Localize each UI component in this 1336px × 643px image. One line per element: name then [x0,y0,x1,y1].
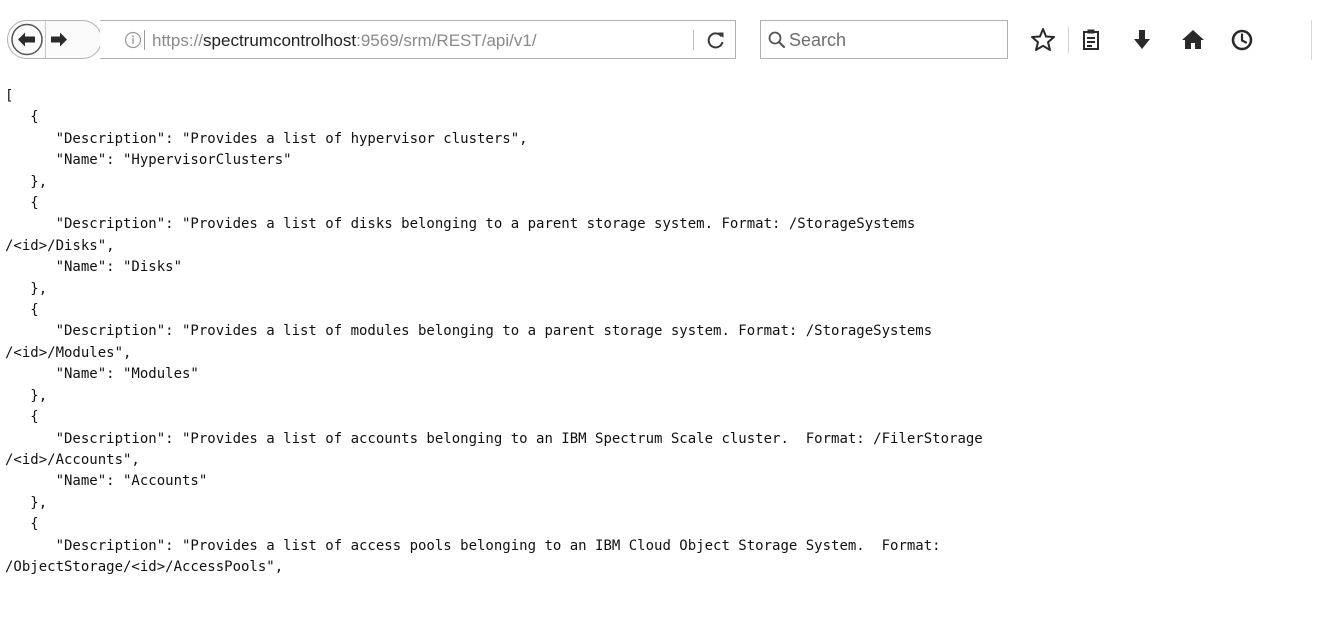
navigation-buttons [7,20,102,59]
json-line: { [5,409,39,426]
json-line: "Name": "Modules" [5,366,199,383]
home-icon [1182,30,1204,49]
toolbar-edge [1311,20,1312,60]
json-line: { [5,109,39,126]
search-icon [767,30,787,55]
json-line: { [5,302,39,319]
json-line: }, [5,280,48,297]
url-host: spectrumcontrolhost [203,31,357,50]
back-arrow-icon [11,23,43,56]
json-line: /ObjectStorage/<id>/AccessPools", [5,558,284,575]
url-separator [144,30,145,50]
clipboard-icon [1083,29,1099,50]
url-scheme: https:// [152,31,204,50]
json-line: "Description": "Provides a list of disks… [5,216,916,233]
url-text[interactable]: https://spectrumcontrolhost:9569/srm/RES… [152,31,537,51]
home-button[interactable] [1179,26,1207,54]
json-line: }, [5,387,48,404]
bookmark-button[interactable] [1029,26,1057,54]
reload-separator [693,30,694,50]
info-icon[interactable] [124,31,142,54]
forward-button[interactable] [46,21,72,58]
json-line: { [5,195,39,212]
star-icon [1031,28,1055,51]
json-line: /<id>/Disks", [5,237,115,254]
url-path: :9569/srm/REST/api/v1/ [356,31,537,50]
json-line: "Description": "Provides a list of accou… [5,430,983,447]
json-response-view: [ { "Description": "Provides a list of h… [0,80,1336,578]
json-line: "Description": "Provides a list of modul… [5,323,933,340]
downloads-button[interactable] [1128,26,1156,54]
json-line: }, [5,173,48,190]
json-line: "Name": "Disks" [5,259,183,276]
json-line: "Name": "Accounts" [5,473,208,490]
json-line: "Name": "HypervisorClusters" [5,152,292,169]
json-line: /<id>/Accounts", [5,451,140,468]
toolbar-separator [1068,27,1069,53]
address-bar[interactable]: https://spectrumcontrolhost:9569/srm/RES… [100,20,736,59]
json-line: "Description": "Provides a list of hyper… [5,130,528,147]
search-bar[interactable] [760,20,1008,59]
browser-toolbar: https://spectrumcontrolhost:9569/srm/RES… [0,0,1336,80]
clock-icon [1231,29,1253,51]
back-button[interactable] [8,21,46,58]
search-input[interactable] [789,27,999,53]
reload-button[interactable] [705,29,727,51]
forward-arrow-icon [51,32,67,47]
page-content: [ { "Description": "Provides a list of h… [0,80,1336,643]
json-line: "Description": "Provides a list of acces… [5,537,941,554]
download-icon [1134,30,1150,49]
reading-list-button[interactable] [1077,26,1105,54]
json-line: [ [5,88,14,104]
history-button[interactable] [1228,26,1256,54]
json-line: /<id>/Modules", [5,344,132,361]
json-line: { [5,516,39,533]
json-line: }, [5,494,48,511]
reload-icon [707,32,724,49]
